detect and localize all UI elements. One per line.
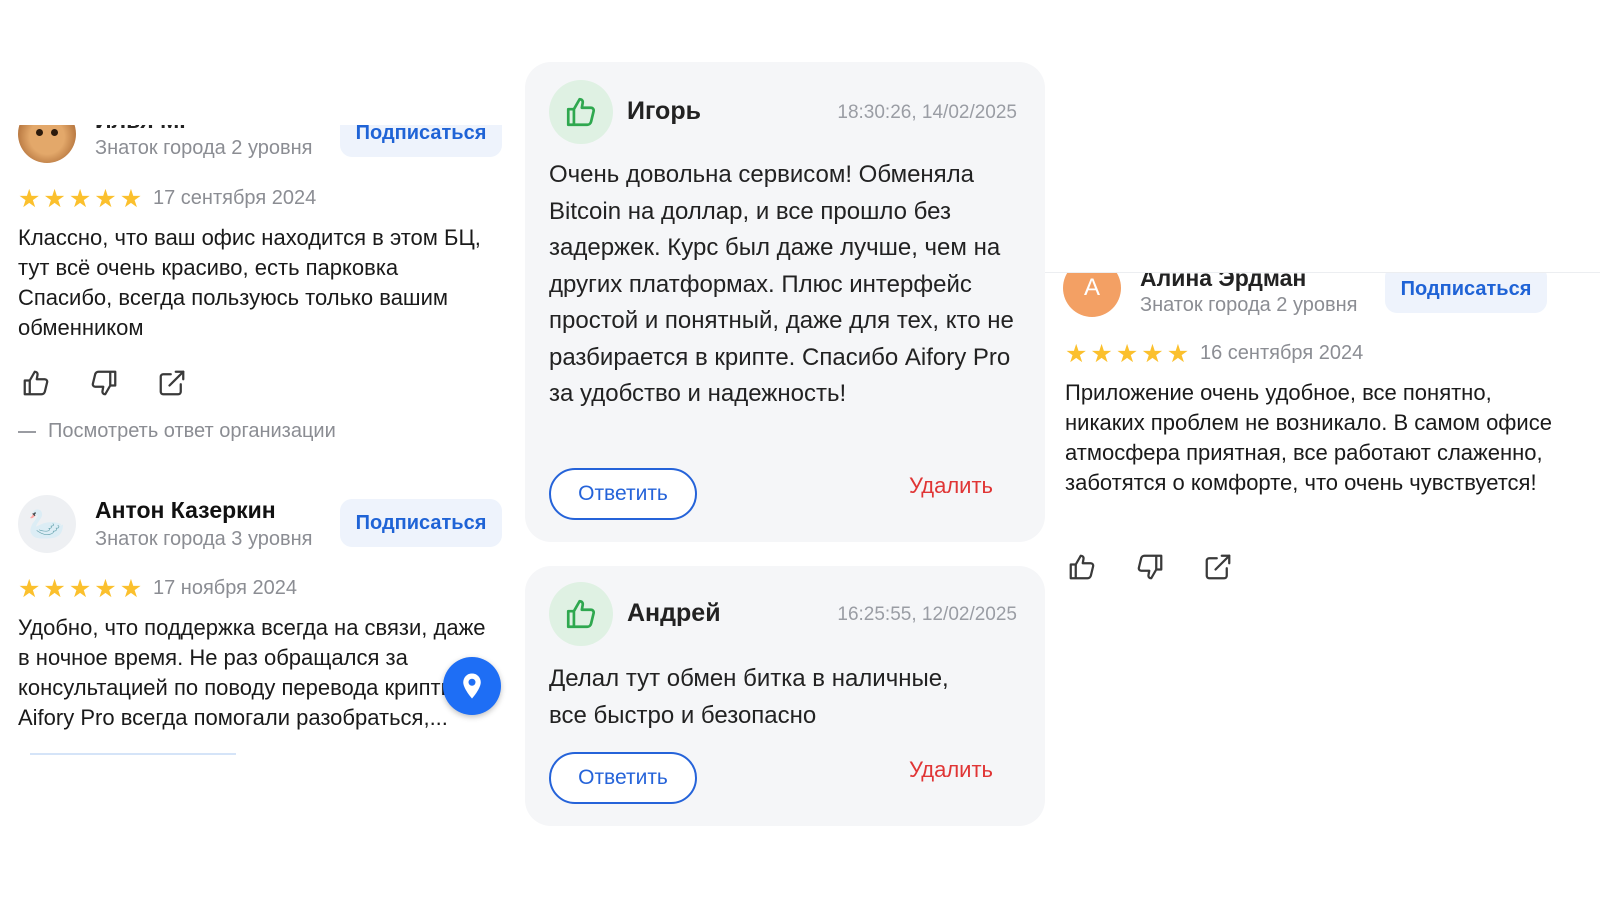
rating-stars: ★ ★ ★ ★ ★ [18, 187, 142, 212]
review-author-level: Знаток города 3 уровня [95, 528, 313, 550]
thumbs-up-icon [566, 97, 596, 127]
review-date: 17 сентября 2024 [153, 187, 317, 209]
reply-button[interactable]: Ответить [549, 752, 697, 804]
review-author[interactable]: Алина Эрдман [1140, 273, 1306, 292]
avatar-cat-eye [36, 129, 43, 136]
rating-stars: ★ ★ ★ ★ ★ [18, 577, 142, 602]
star-icon: ★ [68, 185, 92, 213]
review-author-level: Знаток города 2 уровня [1140, 294, 1358, 316]
subscribe-button[interactable]: Подписаться [1385, 273, 1547, 313]
card-timestamp: 16:25:55, 12/02/2025 [837, 604, 1017, 625]
star-icon: ★ [1141, 340, 1164, 368]
left-review-panel: Илья М. Знаток города 2 уровня Подписать… [0, 115, 515, 795]
dash-icon [18, 430, 36, 433]
review-text: Приложение очень удобное, все понятно, н… [1065, 380, 1552, 495]
map-pin-icon [463, 673, 481, 699]
review-author-level: Знаток города 2 уровня [95, 137, 313, 159]
review-card: Андрей 16:25:55, 12/02/2025 Делал тут об… [525, 566, 1045, 826]
positive-review-badge [549, 80, 613, 144]
scroll-indicator [30, 753, 236, 755]
view-org-reply-label: Посмотреть ответ организации [48, 420, 336, 442]
like-icon[interactable] [20, 367, 52, 399]
star-icon: ★ [119, 185, 143, 213]
star-icon: ★ [1166, 340, 1190, 368]
avatar[interactable]: 🦢 [18, 495, 76, 553]
star-icon: ★ [43, 185, 66, 213]
positive-review-badge [549, 582, 613, 646]
share-icon[interactable] [156, 367, 188, 399]
rating-stars: ★ ★ ★ ★ ★ [1065, 342, 1189, 367]
review-text: Удобно, что поддержка всегда на связи, д… [18, 615, 486, 730]
review-card: Игорь 18:30:26, 14/02/2025 Очень довольн… [525, 62, 1045, 542]
card-timestamp: 18:30:26, 14/02/2025 [837, 102, 1017, 123]
right-review-panel: А Алина Эрдман Знаток города 2 уровня По… [1045, 272, 1600, 618]
review-actions [20, 367, 188, 399]
card-text: Очень довольна сервисом! Обменяла Bitcoi… [549, 161, 1014, 407]
like-icon[interactable] [1066, 551, 1098, 583]
delete-button[interactable]: Удалить [909, 757, 993, 783]
star-icon: ★ [18, 185, 41, 213]
view-org-reply-link[interactable]: Посмотреть ответ организации [18, 420, 336, 443]
delete-button[interactable]: Удалить [909, 473, 993, 499]
thumbs-up-icon [566, 599, 596, 629]
dislike-icon[interactable] [88, 367, 120, 399]
card-author: Андрей [627, 599, 721, 627]
star-icon: ★ [94, 575, 117, 603]
review-date: 16 сентября 2024 [1200, 342, 1364, 364]
panel-clip [0, 115, 515, 125]
subscribe-button[interactable]: Подписаться [340, 499, 502, 547]
star-icon: ★ [1090, 340, 1113, 368]
star-icon: ★ [119, 575, 143, 603]
map-pin-button[interactable] [443, 657, 501, 715]
avatar-letter: А [1083, 274, 1100, 301]
review-author[interactable]: Антон Казеркин [95, 497, 276, 524]
star-icon: ★ [68, 575, 92, 603]
review-text: Классно, что ваш офис находится в этом Б… [18, 225, 481, 340]
star-icon: ★ [94, 185, 117, 213]
goose-icon: 🦢 [28, 507, 66, 541]
review-date: 17 ноября 2024 [153, 577, 298, 599]
avatar-cat-eye [51, 129, 58, 136]
card-text: Делал тут обмен битка в наличные, все бы… [549, 665, 949, 729]
reply-button[interactable]: Ответить [549, 468, 697, 520]
card-author: Игорь [627, 97, 701, 125]
review-actions [1066, 551, 1234, 583]
share-icon[interactable] [1202, 551, 1234, 583]
dislike-icon[interactable] [1134, 551, 1166, 583]
star-icon: ★ [18, 575, 41, 603]
star-icon: ★ [1065, 340, 1088, 368]
star-icon: ★ [43, 575, 66, 603]
avatar[interactable]: А [1063, 273, 1121, 317]
star-icon: ★ [1115, 340, 1139, 368]
